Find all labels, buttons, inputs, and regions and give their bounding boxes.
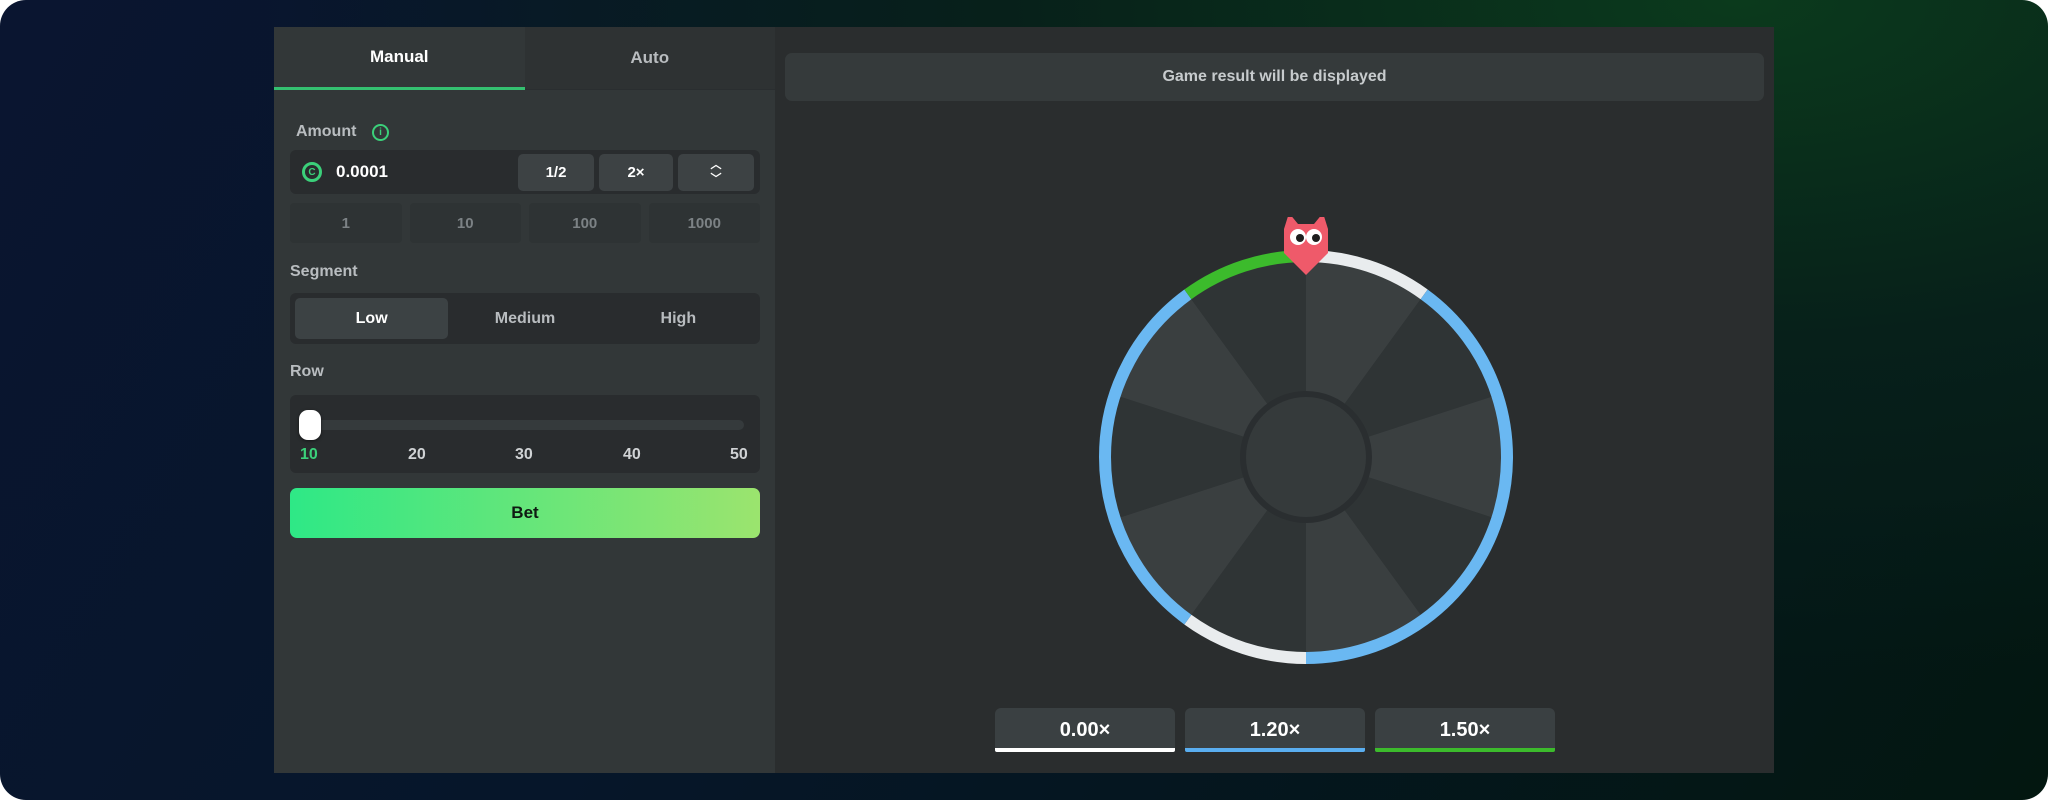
background-frame: Manual Auto Amount i C 0.0001 1/2 2× ︿ ﹀… <box>0 0 2048 800</box>
segment-selector: Low Medium High <box>290 293 760 344</box>
row-tick-20: 20 <box>408 446 426 463</box>
chevron-up-icon[interactable]: ︿ <box>711 160 722 171</box>
wheel <box>1099 217 1513 664</box>
quick-amount-row: 1 10 100 1000 <box>290 203 760 243</box>
game-app: Manual Auto Amount i C 0.0001 1/2 2× ︿ ﹀… <box>274 27 1774 773</box>
coin-icon: C <box>302 162 322 182</box>
amount-stepper[interactable]: ︿ ﹀ <box>678 154 754 191</box>
segment-high[interactable]: High <box>602 298 755 339</box>
chevron-down-icon[interactable]: ﹀ <box>711 174 722 185</box>
quick-amount-1[interactable]: 1 <box>290 203 402 243</box>
half-button[interactable]: 1/2 <box>518 154 594 191</box>
row-label: Row <box>290 363 324 380</box>
info-icon[interactable]: i <box>372 124 389 141</box>
quick-amount-1000[interactable]: 1000 <box>648 203 760 243</box>
multiplier-1-value: 1.20× <box>1249 718 1301 741</box>
multiplier-2-value: 1.50× <box>1439 718 1491 741</box>
multiplier-2: 1.50× <box>1375 708 1555 752</box>
row-tick-50: 50 <box>730 446 748 463</box>
row-slider-thumb[interactable] <box>299 410 321 440</box>
segment-low[interactable]: Low <box>295 298 449 339</box>
amount-label: Amount <box>296 123 357 140</box>
tab-auto[interactable]: Auto <box>524 27 775 90</box>
multiplier-1-bar <box>1185 748 1365 752</box>
wheel-hub <box>1246 397 1366 517</box>
multiplier-1: 1.20× <box>1185 708 1365 752</box>
result-banner: Game result will be displayed <box>785 53 1764 101</box>
bet-button[interactable]: Bet <box>290 488 760 538</box>
row-tick-10: 10 <box>300 446 318 463</box>
amount-value[interactable]: 0.0001 <box>336 162 388 182</box>
segment-medium[interactable]: Medium <box>448 298 601 339</box>
row-tick-40: 40 <box>623 446 641 463</box>
segment-label: Segment <box>290 263 358 280</box>
row-tick-30: 30 <box>515 446 533 463</box>
row-slider-box: 10 20 30 40 50 <box>290 395 760 473</box>
mode-tabs: Manual Auto <box>274 27 775 90</box>
row-slider-track[interactable] <box>310 420 744 430</box>
multiplier-0-value: 0.00× <box>1059 718 1111 741</box>
multiplier-2-bar <box>1375 748 1555 752</box>
amount-input-box[interactable]: C 0.0001 1/2 2× ︿ ﹀ <box>290 150 760 194</box>
multiplier-0-bar <box>995 748 1175 752</box>
multiplier-0: 0.00× <box>995 708 1175 752</box>
quick-amount-100[interactable]: 100 <box>529 203 641 243</box>
quick-amount-10[interactable]: 10 <box>409 203 521 243</box>
tab-manual[interactable]: Manual <box>274 27 525 90</box>
double-button[interactable]: 2× <box>599 154 673 191</box>
control-panel: Manual Auto Amount i C 0.0001 1/2 2× ︿ ﹀… <box>274 27 775 773</box>
